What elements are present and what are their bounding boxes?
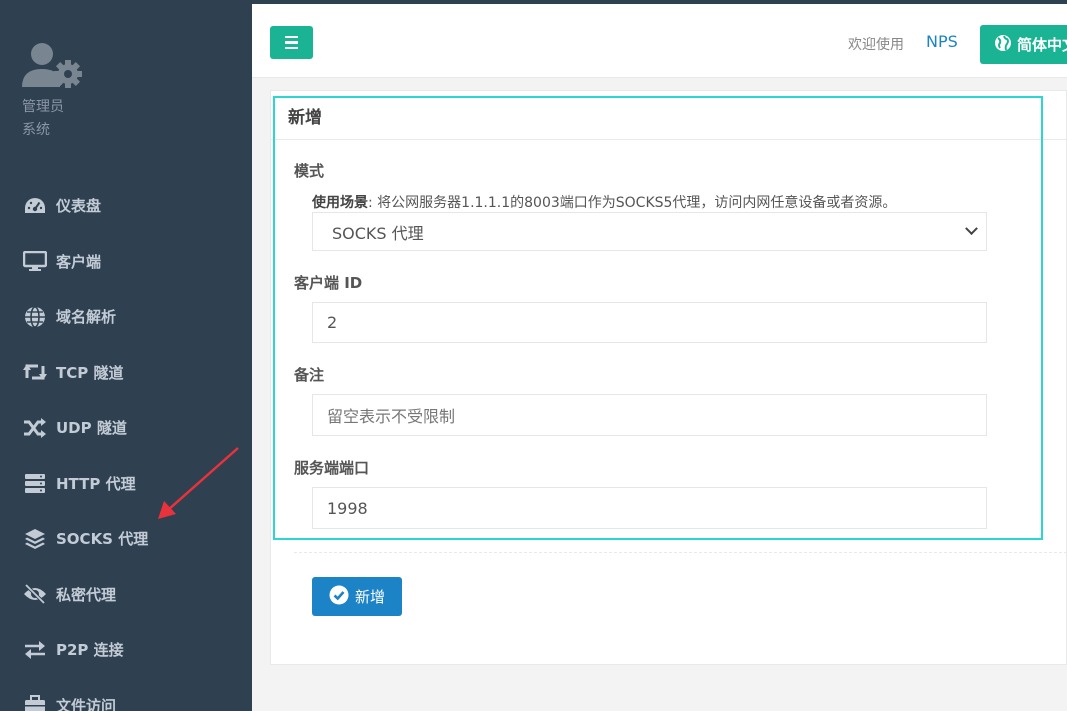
sidebar-item-p2p[interactable]: P2P 连接 bbox=[0, 622, 252, 678]
check-circle-icon bbox=[329, 585, 349, 609]
sidebar-item-label: UDP 隧道 bbox=[56, 419, 127, 438]
client-id-value: 2 bbox=[327, 313, 338, 332]
usage-hint-text: : 将公网服务器1.1.1.1的8003端口作为SOCKS5代理，访问内网任意设… bbox=[368, 195, 897, 211]
client-id-label: 客户端 ID bbox=[294, 274, 363, 292]
chevron-down-icon bbox=[965, 221, 978, 235]
form-divider bbox=[294, 552, 1067, 553]
welcome-text: 欢迎使用 bbox=[848, 37, 904, 53]
language-button[interactable]: 简体中文 bbox=[980, 25, 1067, 64]
annotation-arrow-icon bbox=[158, 447, 239, 519]
server-port-value: 1998 bbox=[327, 498, 368, 518]
layers-icon bbox=[22, 528, 48, 550]
server-port-label: 服务端端口 bbox=[294, 459, 370, 477]
desktop-icon bbox=[22, 250, 48, 272]
mode-select-value: SOCKS 代理 bbox=[332, 223, 424, 243]
menu-toggle-button[interactable] bbox=[270, 26, 313, 59]
remark-input[interactable]: 留空表示不受限制 bbox=[312, 394, 987, 436]
profile-name: 管理员 bbox=[22, 99, 64, 115]
sidebar-item-secret[interactable]: 私密代理 bbox=[0, 567, 252, 623]
mode-label: 模式 bbox=[294, 162, 325, 180]
sidebar-item-dashboard[interactable]: 仪表盘 bbox=[0, 178, 252, 234]
sidebar-item-label: 客户端 bbox=[56, 252, 102, 271]
user-cog-icon bbox=[22, 42, 84, 90]
language-label: 简体中文 bbox=[1017, 36, 1067, 54]
remark-placeholder: 留空表示不受限制 bbox=[327, 407, 456, 426]
globe-icon bbox=[994, 34, 1012, 56]
brand-link[interactable]: NPS bbox=[926, 32, 958, 51]
dashboard-icon bbox=[22, 195, 48, 217]
exchange-icon bbox=[22, 639, 48, 661]
sidebar-item-label: 私密代理 bbox=[56, 585, 117, 604]
sidebar-item-label: 文件访问 bbox=[56, 696, 117, 711]
sidebar-item-label: SOCKS 代理 bbox=[56, 530, 149, 549]
sidebar-item-label: 仪表盘 bbox=[56, 197, 102, 216]
sidebar-item-clients[interactable]: 客户端 bbox=[0, 234, 252, 290]
usage-hint: 使用场景: 将公网服务器1.1.1.1的8003端口作为SOCKS5代理，访问内… bbox=[312, 192, 896, 212]
sidebar-item-domain[interactable]: 域名解析 bbox=[0, 289, 252, 345]
panel-title: 新增 bbox=[288, 108, 322, 128]
briefcase-icon bbox=[22, 694, 48, 711]
client-id-input[interactable]: 2 bbox=[312, 302, 987, 343]
server-port-input[interactable]: 1998 bbox=[312, 487, 987, 529]
sidebar-item-label: HTTP 代理 bbox=[56, 474, 136, 493]
server-icon bbox=[22, 472, 48, 494]
sidebar-item-label: TCP 隧道 bbox=[56, 363, 124, 382]
globe-icon bbox=[22, 305, 48, 328]
add-button[interactable]: 新增 bbox=[312, 577, 402, 616]
title-divider bbox=[271, 139, 1067, 140]
retweet-icon bbox=[22, 361, 48, 383]
sidebar-item-label: P2P 连接 bbox=[56, 641, 124, 660]
hamburger-icon bbox=[285, 35, 298, 39]
eye-slash-icon bbox=[22, 583, 48, 605]
sidebar: 管理员 系统 仪表盘 客户端 域名解析 TCP 隧道 UDP 隧道 HTTP 代… bbox=[0, 0, 252, 711]
top-navbar: 欢迎使用 NPS 简体中文 bbox=[252, 0, 1067, 78]
sidebar-item-files[interactable]: 文件访问 bbox=[0, 678, 252, 711]
user-profile: 管理员 系统 bbox=[22, 42, 84, 138]
sidebar-item-label: 域名解析 bbox=[56, 308, 117, 327]
shuffle-icon bbox=[22, 417, 48, 439]
profile-role: 系统 bbox=[22, 122, 50, 138]
mode-select[interactable]: SOCKS 代理 bbox=[312, 212, 987, 251]
usage-hint-title: 使用场景 bbox=[312, 195, 368, 211]
hamburger-icon-bar bbox=[285, 41, 298, 44]
hamburger-icon-bar bbox=[285, 46, 298, 50]
remark-label: 备注 bbox=[294, 366, 325, 384]
add-button-label: 新增 bbox=[354, 588, 385, 606]
sidebar-item-tcp[interactable]: TCP 隧道 bbox=[0, 345, 252, 401]
